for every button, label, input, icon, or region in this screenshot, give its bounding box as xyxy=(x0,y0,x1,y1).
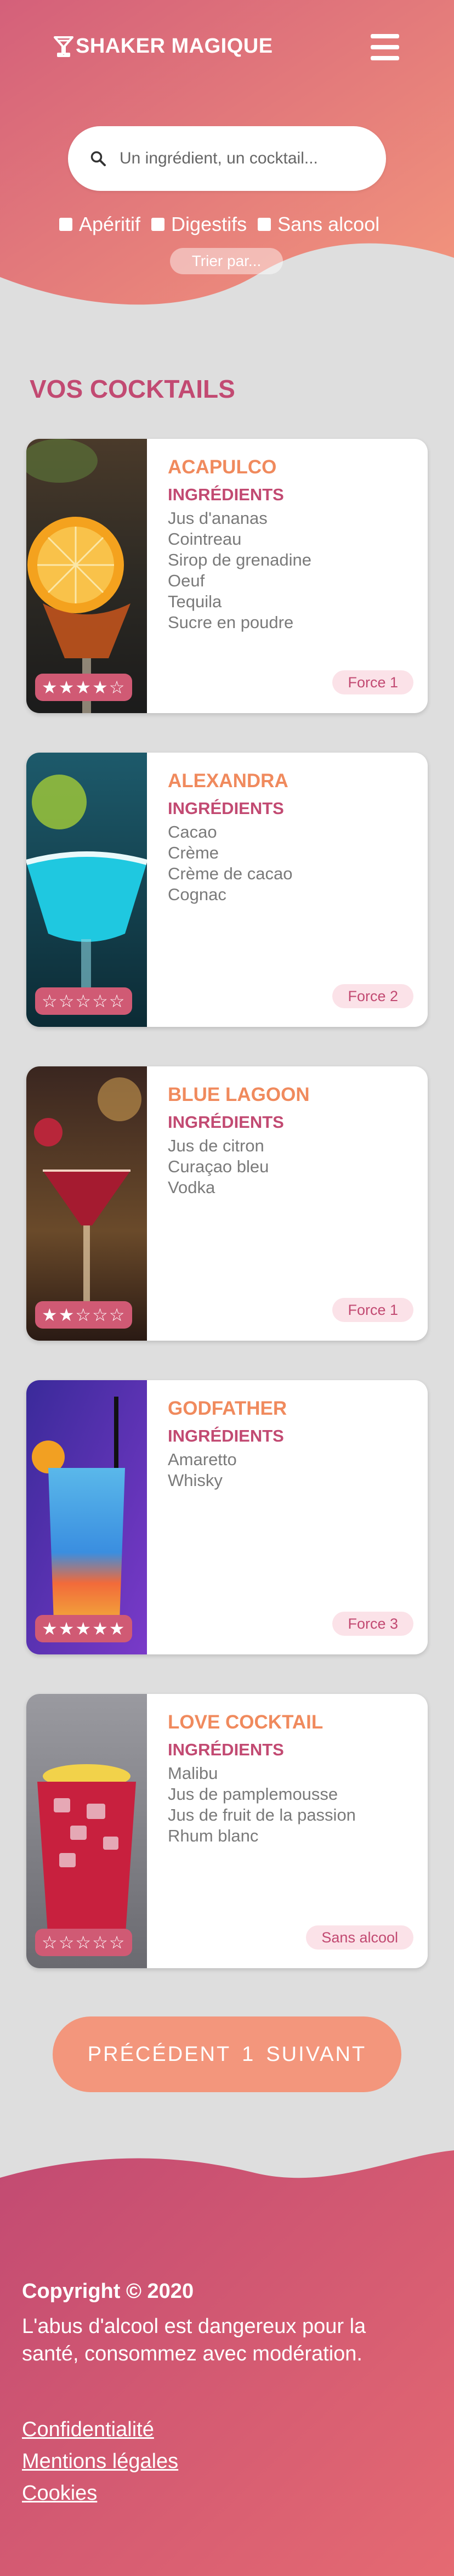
ingredients-title: INGRÉDIENTS xyxy=(168,1426,284,1445)
strength-badge: Force 1 xyxy=(332,1298,413,1322)
cocktail-image xyxy=(26,1694,147,1968)
filter-aperitif[interactable]: Apéritif xyxy=(59,213,140,236)
cocktail-card[interactable]: ★★★★☆ ACAPULCO INGRÉDIENTS Jus d'ananas … xyxy=(26,439,428,713)
strength-badge: Force 3 xyxy=(332,1612,413,1636)
search-bar[interactable] xyxy=(68,126,386,191)
ingredients-title: INGRÉDIENTS xyxy=(168,1740,284,1759)
checkbox[interactable] xyxy=(151,218,165,231)
footer-links: Confidentialité Mentions légales Cookies xyxy=(22,2414,178,2509)
cocktail-name[interactable]: GODFATHER xyxy=(168,1398,287,1420)
ingredient-item: Whisky xyxy=(168,1471,223,1490)
sort-button[interactable]: Trier par... xyxy=(170,248,283,274)
copyright: Copyright © 2020 xyxy=(22,2280,194,2303)
alcohol-warning: L'abus d'alcool est dangereux pour la sa… xyxy=(22,2315,366,2365)
ingredient-item: Sucre en poudre xyxy=(168,613,294,632)
cocktail-glass-icon xyxy=(54,36,73,57)
ingredient-item: Sirop de grenadine xyxy=(168,550,311,569)
search-icon xyxy=(90,151,106,166)
brand-name: SHAKER MAGIQUE xyxy=(76,34,273,58)
ingredients-list: Jus de citron Curaçao bleu Vodka xyxy=(168,1136,269,1198)
ingredient-item: Cognac xyxy=(168,885,226,904)
filter-digestifs[interactable]: Digestifs xyxy=(151,213,247,236)
ingredient-item: Cacao xyxy=(168,822,217,841)
filter-group: Apéritif Digestifs Sans alcool xyxy=(59,213,390,236)
ingredient-item: Crème de cacao xyxy=(168,864,293,883)
cocktail-image xyxy=(26,439,147,713)
link-cookies[interactable]: Cookies xyxy=(22,2477,178,2509)
rating-stars[interactable]: ★★★★★ xyxy=(35,1615,133,1642)
checkbox[interactable] xyxy=(258,218,271,231)
ingredient-item: Tequila xyxy=(168,592,222,611)
ingredient-item: Jus de fruit de la passion xyxy=(168,1805,356,1824)
cocktail-name[interactable]: ACAPULCO xyxy=(168,456,276,478)
cocktail-name[interactable]: LOVE COCKTAIL xyxy=(168,1711,323,1733)
ingredient-item: Rhum blanc xyxy=(168,1826,259,1845)
link-confidentialite[interactable]: Confidentialité xyxy=(22,2414,178,2445)
ingredient-item: Cointreau xyxy=(168,529,242,549)
ingredient-item: Jus de pamplemousse xyxy=(168,1784,338,1804)
ingredients-list: Cacao Crème Crème de cacao Cognac xyxy=(168,822,292,905)
filter-label: Apéritif xyxy=(79,213,141,235)
ingredients-list: Amaretto Whisky xyxy=(168,1449,237,1491)
previous-page-button[interactable]: PRÉCÉDENT xyxy=(88,2043,231,2066)
cocktail-image xyxy=(26,753,147,1027)
ingredients-list: Jus d'ananas Cointreau Sirop de grenadin… xyxy=(168,508,311,633)
cocktail-image xyxy=(26,1066,147,1341)
cocktail-image xyxy=(26,1380,147,1654)
filter-sans-alcool[interactable]: Sans alcool xyxy=(258,213,379,236)
strength-badge: Sans alcool xyxy=(306,1925,413,1950)
ingredient-item: Jus d'ananas xyxy=(168,509,268,528)
ingredients-title: INGRÉDIENTS xyxy=(168,799,284,818)
current-page-number[interactable]: 1 xyxy=(242,2043,255,2066)
ingredient-item: Malibu xyxy=(168,1764,218,1783)
footer: Copyright © 2020 L'abus d'alcool est dan… xyxy=(0,2139,454,2576)
ingredient-item: Amaretto xyxy=(168,1450,237,1469)
cocktail-card[interactable]: ☆☆☆☆☆ ALEXANDRA INGRÉDIENTS Cacao Crème … xyxy=(26,753,428,1027)
menu-hamburger-icon[interactable] xyxy=(371,34,399,60)
ingredient-item: Jus de citron xyxy=(168,1136,264,1155)
ingredients-list: Malibu Jus de pamplemousse Jus de fruit … xyxy=(168,1763,356,1846)
rating-stars[interactable]: ☆☆☆☆☆ xyxy=(35,1929,133,1956)
ingredients-title: INGRÉDIENTS xyxy=(168,1112,284,1132)
rating-stars[interactable]: ☆☆☆☆☆ xyxy=(35,987,133,1015)
rating-stars[interactable]: ★★☆☆☆ xyxy=(35,1301,133,1329)
ingredients-title: INGRÉDIENTS xyxy=(168,485,284,504)
cocktail-card[interactable]: ☆☆☆☆☆ LOVE COCKTAIL INGRÉDIENTS Malibu J… xyxy=(26,1694,428,1968)
cocktail-card[interactable]: ★★★★★ GODFATHER INGRÉDIENTS Amaretto Whi… xyxy=(26,1380,428,1654)
brand-logo[interactable]: SHAKER MAGIQUE xyxy=(53,34,273,58)
cocktail-name[interactable]: ALEXANDRA xyxy=(168,770,288,792)
strength-badge: Force 1 xyxy=(332,670,413,694)
section-title: VOS COCKTAILS xyxy=(30,375,235,403)
strength-badge: Force 2 xyxy=(332,984,413,1008)
pagination: PRÉCÉDENT 1 SUIVANT xyxy=(53,2016,401,2092)
filter-label: Digestifs xyxy=(171,213,247,235)
search-input[interactable] xyxy=(120,149,361,168)
cocktail-name[interactable]: BLUE LAGOON xyxy=(168,1084,310,1106)
next-page-button[interactable]: SUIVANT xyxy=(266,2043,366,2066)
cocktail-card[interactable]: ★★☆☆☆ BLUE LAGOON INGRÉDIENTS Jus de cit… xyxy=(26,1066,428,1341)
link-mentions-legales[interactable]: Mentions légales xyxy=(22,2445,178,2477)
header: SHAKER MAGIQUE Apéritif Digestifs Sans a… xyxy=(0,0,454,324)
filter-label: Sans alcool xyxy=(277,213,380,235)
checkbox[interactable] xyxy=(59,218,72,231)
ingredient-item: Curaçao bleu xyxy=(168,1157,269,1176)
ingredient-item: Vodka xyxy=(168,1178,215,1197)
rating-stars[interactable]: ★★★★☆ xyxy=(35,674,133,701)
ingredient-item: Oeuf xyxy=(168,571,205,590)
ingredient-item: Crème xyxy=(168,843,219,862)
